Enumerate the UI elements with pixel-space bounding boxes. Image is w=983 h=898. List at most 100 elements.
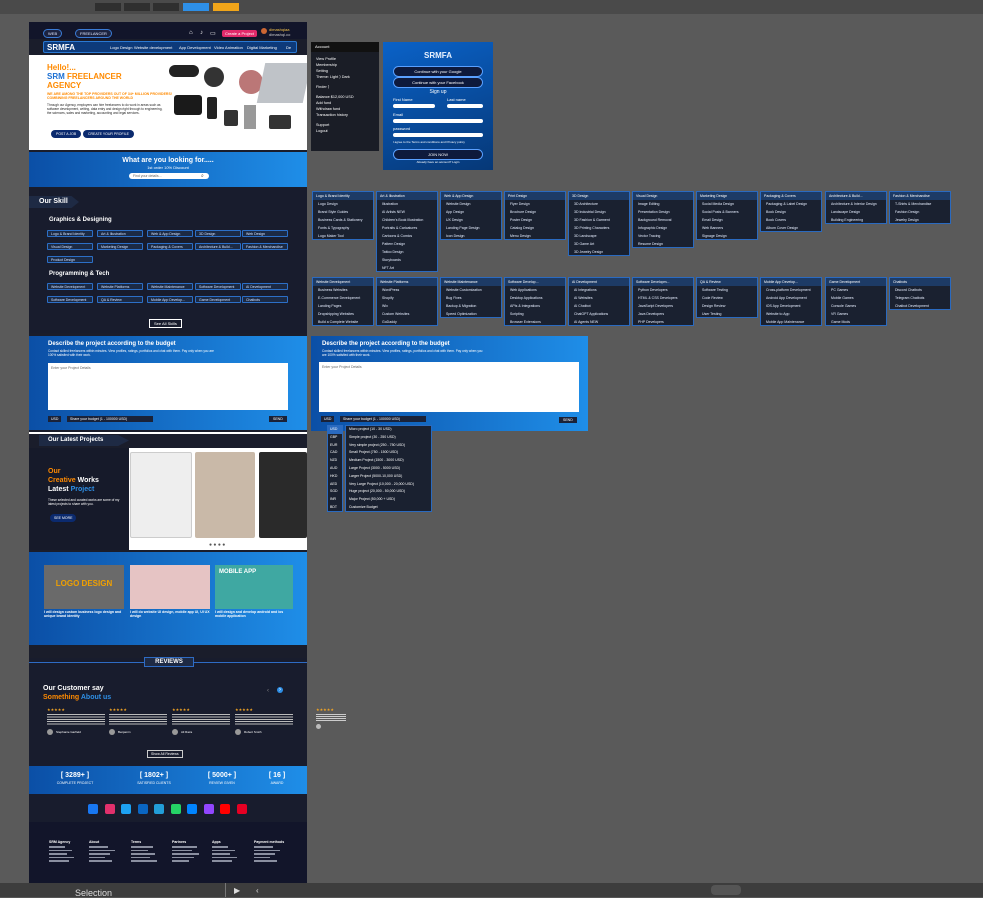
footer-link[interactable] (254, 860, 277, 862)
budget-select[interactable]: Share your budget (1 - 100000 USD) (67, 416, 153, 422)
skill-tag[interactable]: Architecture & Build... (195, 243, 241, 250)
email-field[interactable] (393, 119, 483, 123)
budget-option[interactable]: Very simple project (250 - 750 USD) (346, 442, 431, 450)
skill-tag[interactable]: Software Development (47, 296, 93, 303)
dropdown-item[interactable]: HTML & CSS Developers (633, 294, 693, 302)
currency-option[interactable]: BDT (328, 504, 342, 512)
dropdown-item[interactable]: Icon Design (441, 232, 501, 240)
project-thumb-1[interactable] (130, 452, 192, 538)
dropdown-item[interactable]: Game Mods (826, 318, 886, 326)
dropdown-header[interactable]: Architecture & Build... (826, 192, 886, 200)
skill-tag[interactable]: QA & Review (97, 296, 143, 303)
gig-3-title[interactable]: I will design and develop android and io… (215, 610, 293, 618)
dropdown-item[interactable]: Logo Maker Tool (313, 232, 373, 240)
dropdown-item[interactable]: App Design (441, 208, 501, 216)
whatsapp-icon[interactable] (170, 804, 181, 814)
dropdown-item[interactable]: Pattern Design (377, 240, 437, 248)
account-menu-item[interactable]: Transaction history (316, 112, 374, 118)
swatch-3[interactable] (153, 3, 179, 11)
gig-2-title[interactable]: I will do website UI design, mobile app … (130, 610, 210, 618)
play-icon[interactable]: ▶ (234, 886, 240, 895)
bell-icon[interactable]: ♪ (200, 30, 203, 36)
budget-option[interactable]: Large Project (3000 - 5000 USD) (346, 465, 431, 473)
currency-option[interactable]: INR (328, 496, 342, 504)
dropdown-item[interactable]: GoDaddy (377, 318, 437, 326)
footer-link[interactable] (131, 849, 148, 851)
dropdown-item[interactable]: UX Design (441, 216, 501, 224)
dropdown-item[interactable]: Album Cover Design (761, 224, 821, 232)
dropdown-item[interactable]: Fonts & Typography (313, 224, 373, 232)
twitch-icon[interactable] (203, 804, 214, 814)
facebook-button[interactable]: Continue with your Facebook (393, 77, 483, 88)
footer-link[interactable] (131, 853, 155, 855)
currency-select[interactable]: USD (48, 416, 62, 422)
dropdown-item[interactable]: Scripting (505, 310, 565, 318)
currency-option[interactable]: HKD (328, 473, 342, 481)
dropdown-item[interactable]: Brochure Design (505, 208, 565, 216)
footer-link[interactable] (254, 856, 270, 858)
currency-option[interactable]: CAD (328, 449, 342, 457)
nav-item-marketing[interactable]: Digital Marketing (247, 45, 277, 51)
dropdown-header[interactable]: 3D Design (569, 192, 629, 200)
dropdown-item[interactable]: Dropshipping Websites (313, 310, 373, 318)
search-input[interactable]: Find your details... (129, 173, 209, 179)
skill-tag[interactable]: Web & App Design (147, 230, 193, 237)
dropdown-item[interactable]: Python Developers (633, 286, 693, 294)
dropdown-header[interactable]: QA & Review (697, 278, 757, 286)
dropdown-item[interactable]: 3D Industrial Design (569, 208, 629, 216)
dropdown-item[interactable]: Chatbot Development (890, 302, 950, 310)
dropdown-header[interactable]: AI Development (569, 278, 629, 286)
budget-option[interactable]: Major Project (50,000 + USD) (346, 496, 431, 504)
dropdown-item[interactable]: Website to App (761, 310, 821, 318)
linkedin-icon[interactable] (137, 804, 148, 814)
footer-link[interactable] (89, 856, 105, 858)
dropdown-item[interactable]: Java Developers (633, 310, 693, 318)
dropdown-item[interactable]: Landing Pages (313, 302, 373, 310)
currency-option[interactable]: GBP (328, 434, 342, 442)
chat-icon[interactable]: ▭ (210, 30, 216, 37)
budget-option[interactable]: Customize Budget (346, 504, 431, 512)
see-more-button[interactable]: SEE MORE (50, 514, 77, 522)
dropdown-item[interactable]: WordPress (377, 286, 437, 294)
dropdown-item[interactable]: Infographic Design (633, 224, 693, 232)
dropdown-item[interactable]: 3D Landscape (569, 232, 629, 240)
dropdown-item[interactable]: Design Review (697, 302, 757, 310)
youtube-icon[interactable] (220, 804, 230, 814)
currency-option[interactable]: SGD (328, 488, 342, 496)
cart-icon[interactable]: ⌂ (189, 30, 193, 36)
footer-link[interactable] (89, 846, 108, 848)
dropdown-item[interactable]: 3D Architecture (569, 200, 629, 208)
dropdown-item[interactable]: Book Design (761, 208, 821, 216)
dropdown-item[interactable]: E-Commerce Development (313, 294, 373, 302)
dropdown-item[interactable]: Social Media Design (697, 200, 757, 208)
dropdown-item[interactable]: Mobile App Maintenance (761, 318, 821, 326)
skill-tag[interactable]: Website Maintenance (147, 283, 193, 290)
skill-tag[interactable]: Art & Illustration (97, 230, 143, 237)
dropdown-item[interactable]: JavaScript Developers (633, 302, 693, 310)
gig-1-image[interactable]: LOGO DESIGN (44, 565, 124, 609)
login-link[interactable]: Already have an account? Login (383, 160, 493, 164)
dropdown-item[interactable]: Web Applications (505, 286, 565, 294)
footer-link[interactable] (49, 853, 67, 855)
dropdown-item[interactable]: Vector Tracing (633, 232, 693, 240)
skill-tag[interactable]: Web Design (242, 230, 288, 237)
dropdown-item[interactable]: ChatGPT Applications (569, 310, 629, 318)
dropdown-item[interactable]: Website Customization (441, 286, 501, 294)
facebook-icon[interactable] (88, 804, 98, 814)
nav-item-video[interactable]: Video Animation (214, 45, 243, 51)
account-menu-item[interactable]: Finder ⟩ (316, 84, 374, 90)
dropdown-item[interactable]: Wix (377, 302, 437, 310)
dropdown-item[interactable]: Website Design (441, 200, 501, 208)
dropdown-item[interactable]: Flyer Design (505, 200, 565, 208)
budget-option[interactable]: Micro project (10 - 30 USD) (346, 426, 431, 434)
dropdown-item[interactable]: Illustration (377, 200, 437, 208)
footer-link[interactable] (254, 846, 273, 848)
dropdown-header[interactable]: Website Maintenance (441, 278, 501, 286)
pinterest-icon[interactable] (236, 804, 247, 814)
footer-link[interactable] (49, 856, 74, 858)
dropdown-item[interactable]: Web Banners (697, 224, 757, 232)
skill-tag[interactable]: Software Development (195, 283, 241, 290)
agree-checkbox[interactable]: I agree to the Terms and conditions and … (393, 140, 488, 144)
footer-link[interactable] (212, 846, 228, 848)
budget-option[interactable]: Larger Project (5000-10,000 USD) (346, 473, 431, 481)
